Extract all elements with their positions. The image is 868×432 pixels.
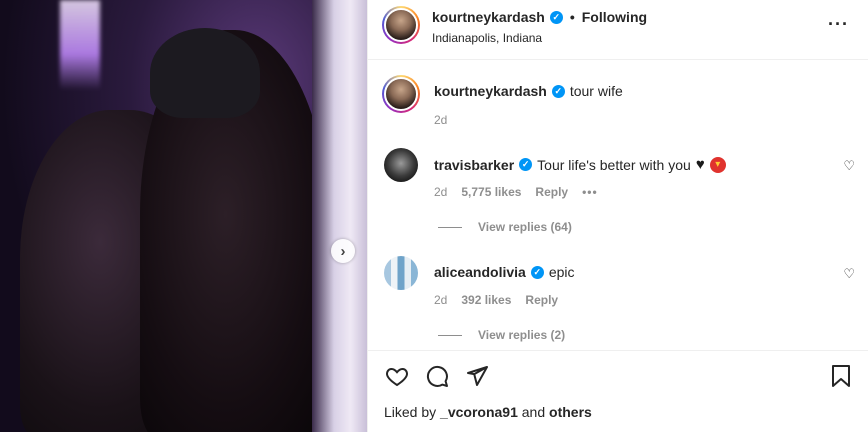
caption-line: kourtneykardash ✓ tour wife	[434, 83, 623, 99]
verified-badge-icon: ✓	[519, 158, 533, 171]
comment-line: aliceandolivia ✓ epic	[434, 264, 575, 280]
bookmark-icon[interactable]	[828, 363, 854, 389]
header-username[interactable]: kourtneykardash	[432, 9, 545, 25]
view-replies-label: View replies (64)	[478, 220, 572, 234]
comment-likes[interactable]: 5,775 likes	[461, 185, 521, 199]
black-heart-emoji-icon: ♥	[695, 156, 705, 173]
separator-dot: •	[569, 9, 575, 25]
avatar[interactable]	[384, 256, 418, 290]
comment-line: travisbarker ✓ Tour life's better with y…	[434, 156, 726, 173]
curtain	[312, 0, 367, 432]
post-panel: kourtneykardash ✓ • Following Indianapol…	[367, 0, 868, 432]
comment-username[interactable]: travisbarker	[434, 157, 514, 173]
avatar[interactable]	[384, 148, 418, 182]
reply-button[interactable]: Reply	[535, 185, 568, 199]
comment-likes[interactable]: 392 likes	[461, 293, 511, 307]
comment-like-heart-icon[interactable]: ♡	[843, 266, 855, 282]
post-image[interactable]: ›	[0, 0, 367, 432]
view-replies-button[interactable]: View replies (2)	[438, 328, 565, 342]
comment-icon[interactable]	[424, 363, 450, 389]
caption-time: 2d	[434, 113, 448, 127]
avatar[interactable]	[382, 6, 420, 44]
verified-badge-icon: ✓	[549, 10, 563, 24]
comment-time: 2d	[434, 185, 448, 199]
comment-text: epic	[548, 264, 575, 280]
stage-light	[60, 0, 100, 90]
verified-badge-icon: ✓	[530, 265, 544, 279]
following-button[interactable]: Following	[582, 9, 647, 25]
chevron-right-icon: ›	[340, 242, 346, 260]
next-image-button[interactable]: ›	[331, 239, 355, 263]
comment-meta: 2d 392 likes Reply	[434, 293, 558, 307]
divider	[438, 226, 462, 228]
liked-by-user[interactable]: _vcorona91	[440, 404, 518, 420]
heart-icon[interactable]	[384, 363, 410, 389]
caption-username[interactable]: kourtneykardash	[434, 83, 547, 99]
comment-text: Tour life's better with you	[537, 156, 691, 173]
comment-meta: 2d 5,775 likes Reply •••	[434, 185, 598, 199]
comments-section: kourtneykardash ✓ tour wife 2d travisbar…	[368, 61, 868, 349]
share-icon[interactable]	[464, 363, 490, 389]
liked-by-prefix: Liked by	[384, 404, 441, 420]
reply-button[interactable]: Reply	[525, 293, 558, 307]
comment-username[interactable]: aliceandolivia	[434, 264, 526, 280]
liked-by-others[interactable]: others	[549, 404, 592, 420]
beanie	[150, 28, 260, 118]
devil-emoji-icon: ▾	[709, 156, 726, 173]
location-link[interactable]: Indianapolis, Indiana	[432, 31, 542, 45]
post-header: kourtneykardash ✓ • Following Indianapol…	[368, 0, 868, 60]
header-user-line: kourtneykardash ✓ • Following	[432, 9, 647, 25]
view-replies-button[interactable]: View replies (64)	[438, 220, 572, 234]
comment-time: 2d	[434, 293, 448, 307]
liked-by: Liked by _vcorona91 and others	[384, 404, 592, 420]
more-horizontal-icon[interactable]: ···	[828, 14, 849, 35]
caption-text: tour wife	[569, 83, 623, 99]
divider	[438, 334, 462, 336]
avatar[interactable]	[382, 75, 420, 113]
verified-badge-icon: ✓	[551, 84, 565, 98]
liked-by-middle: and	[517, 404, 550, 420]
view-replies-label: View replies (2)	[478, 328, 566, 342]
action-bar	[368, 350, 868, 398]
caption-meta: 2d	[434, 113, 447, 127]
comment-options-icon[interactable]: •••	[582, 185, 598, 199]
comment-like-heart-icon[interactable]: ♡	[843, 158, 855, 174]
